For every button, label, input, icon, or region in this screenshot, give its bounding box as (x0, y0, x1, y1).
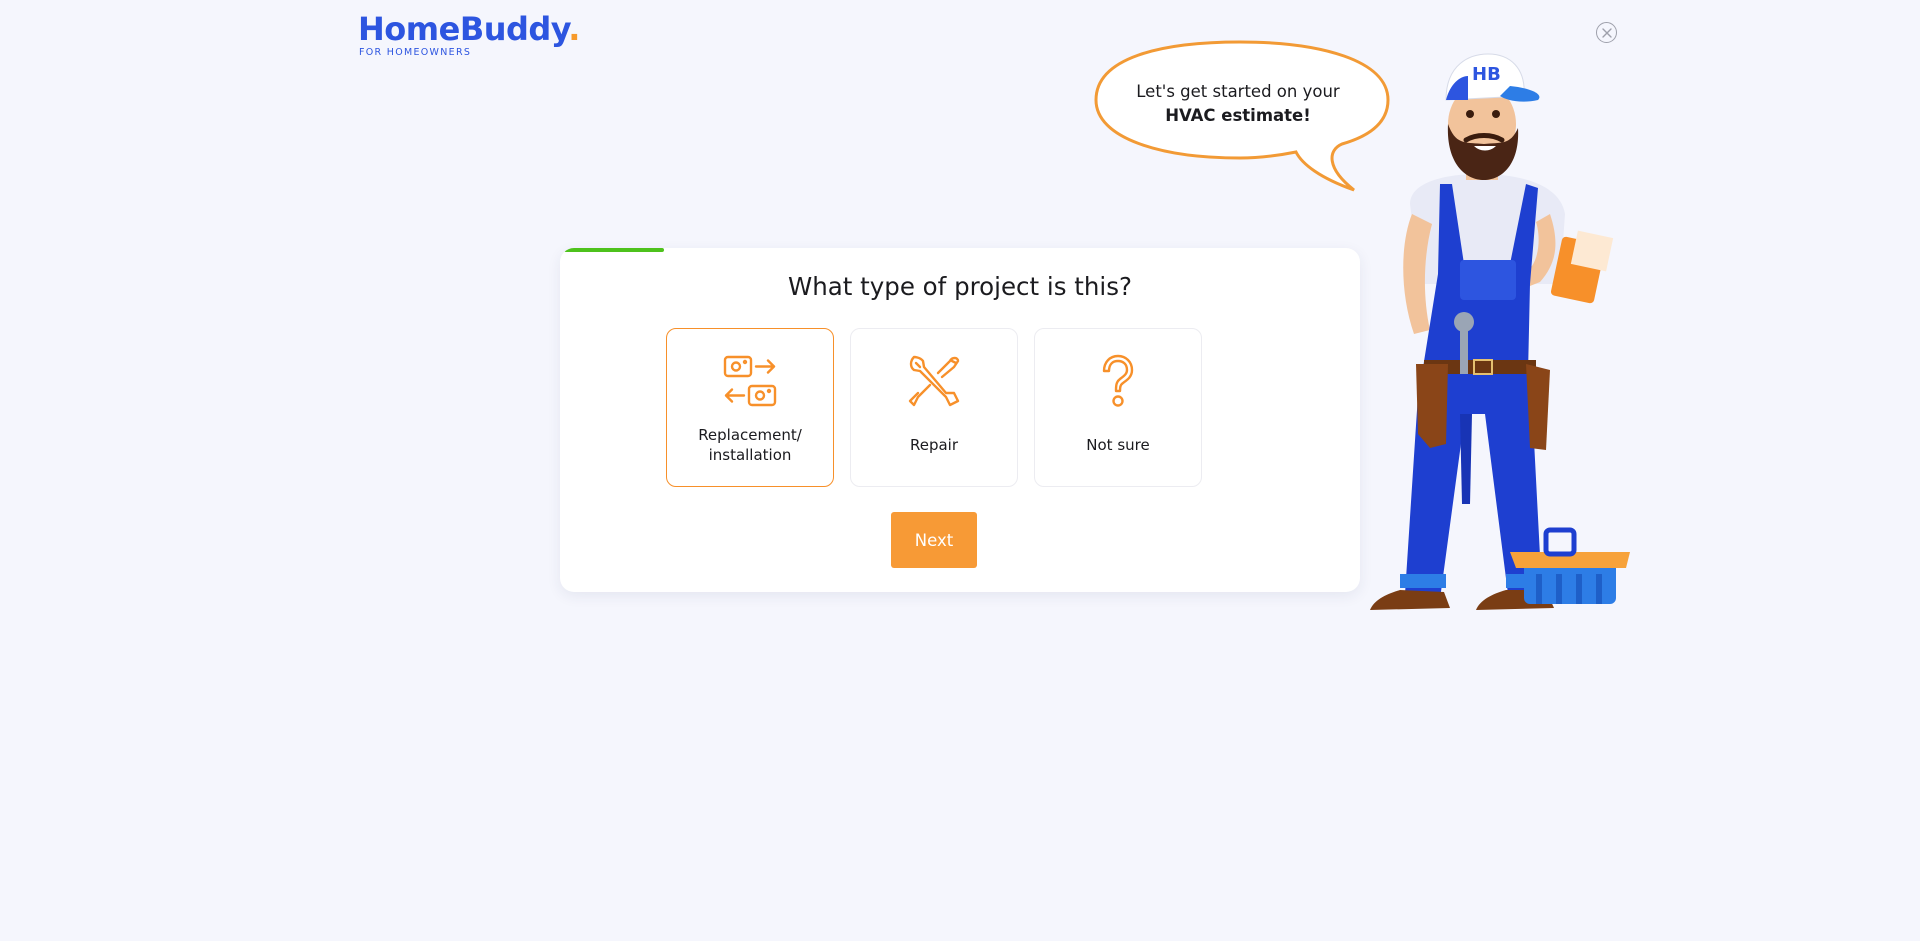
question-mark-icon (1090, 353, 1146, 409)
progress-fill (564, 248, 664, 252)
question-title: What type of project is this? (788, 272, 1132, 301)
option-list: Replacement/ installation Repair Not sur… (666, 328, 1202, 487)
next-button[interactable]: Next (891, 512, 977, 568)
logo-tagline: FOR HOMEOWNERS (359, 47, 472, 58)
bubble-message: Let's get started on your HVAC estimate! (1128, 80, 1348, 128)
bubble-line-1: Let's get started on your (1136, 82, 1340, 101)
handyman-mascot: HB (1360, 34, 1660, 634)
cap-text: HB (1472, 64, 1501, 85)
homebuddy-logo[interactable]: HomeBuddy. FOR HOMEOWNERS (358, 10, 580, 58)
option-not-sure[interactable]: Not sure (1034, 328, 1202, 487)
logo-wordmark: HomeBuddy. (358, 10, 580, 48)
swap-arrows-icon (722, 353, 778, 409)
option-repair[interactable]: Repair (850, 328, 1018, 487)
option-label: Not sure (1086, 436, 1150, 454)
question-card: What type of project is this? Replacemen… (560, 248, 1360, 592)
handyman-illustration: HB (1370, 53, 1630, 610)
logo-name: HomeBuddy (358, 10, 569, 48)
logo-dot: . (568, 10, 580, 48)
option-replacement-installation[interactable]: Replacement/ installation (666, 328, 834, 487)
tools-icon (906, 353, 962, 409)
page: HomeBuddy. FOR HOMEOWNERS Let's get star… (0, 0, 1920, 941)
bubble-line-2: HVAC estimate! (1165, 106, 1311, 125)
progress-bar (560, 248, 1360, 252)
option-label: Repair (909, 436, 959, 454)
speech-bubble: Let's get started on your HVAC estimate! (1080, 38, 1400, 198)
option-label: Replacement/ installation (698, 426, 802, 464)
